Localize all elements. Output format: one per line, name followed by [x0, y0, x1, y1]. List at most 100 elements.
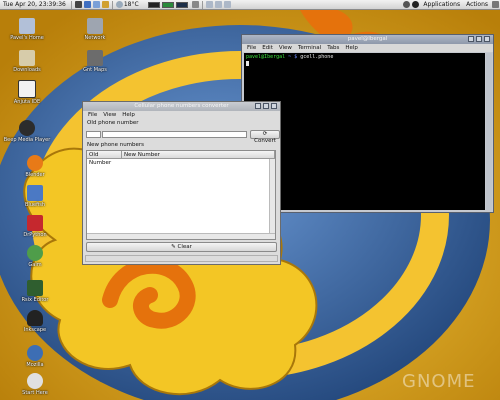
gnome-watermark: GNOME — [402, 371, 476, 392]
bluefish-icon — [27, 185, 43, 201]
applications-menu[interactable]: Applications — [420, 1, 463, 8]
media-player-icon — [19, 120, 35, 136]
workspace-switcher-icon[interactable] — [223, 1, 231, 8]
broom-icon: ✎ — [171, 244, 176, 250]
desktop-icon-downloads[interactable]: Downloads — [0, 50, 54, 73]
workspace-switcher-icon[interactable] — [205, 1, 213, 8]
numbers-table[interactable]: Old Number New Number — [86, 150, 276, 240]
blender-icon — [27, 155, 43, 171]
desktop-icon-label: Bluefish — [25, 202, 45, 208]
desktop-icon-editor[interactable]: Rsix Editor — [8, 280, 62, 303]
minimize-button[interactable] — [468, 36, 474, 42]
desktop-icon-home[interactable]: Pavel's Home — [0, 18, 54, 41]
terminal-scrollbar[interactable] — [486, 53, 492, 210]
col-old-number[interactable]: Old Number — [87, 151, 122, 166]
desktop-icon-label: DrPython — [23, 232, 47, 238]
desktop-icon-label: Gaim — [28, 262, 42, 268]
desktop-icon-mozilla[interactable]: Mozilla — [8, 345, 62, 368]
desktop-icon-drpython[interactable]: DrPython — [8, 215, 62, 238]
network-icon — [87, 18, 103, 34]
terminal-menubar: File Edit View Terminal Tabs Help — [242, 44, 493, 52]
maximize-button[interactable] — [263, 103, 269, 109]
trash-icon[interactable] — [191, 1, 199, 8]
menu-view[interactable]: View — [279, 44, 292, 52]
clock[interactable]: Tue Apr 20, 23:39:36 — [0, 1, 69, 8]
clear-button[interactable]: ✎ Clear — [86, 242, 277, 252]
terminal-titlebar[interactable]: pavel@Ibergal — [242, 35, 493, 44]
converter-menubar: File View Help — [83, 111, 280, 119]
menu-file[interactable]: File — [88, 111, 97, 119]
launcher-browser-icon[interactable] — [83, 1, 91, 8]
desktop-icon-label: Network — [84, 35, 106, 41]
minimize-button[interactable] — [255, 103, 261, 109]
globe-icon — [27, 345, 43, 361]
desktop-icon-label: Anjuta IDE — [13, 99, 41, 105]
prompt-path: ~ — [288, 54, 292, 60]
desktop-icon-anjuta[interactable]: Anjuta IDE — [0, 80, 54, 105]
table-vscroll[interactable] — [269, 159, 275, 234]
volume-icon[interactable] — [403, 1, 411, 8]
menu-tabs[interactable]: Tabs — [327, 44, 339, 52]
desktop-icon-network[interactable]: Network — [68, 18, 122, 41]
desktop-icon-inkscape[interactable]: Inkscape — [8, 310, 62, 333]
home-folder-icon — [19, 18, 35, 34]
desktop-icon-blender[interactable]: Blender — [8, 155, 62, 178]
folder-icon — [19, 50, 35, 66]
launcher-terminal-icon[interactable] — [74, 1, 82, 8]
old-number-input[interactable] — [102, 131, 247, 138]
desktop-icon-label: Inkscape — [23, 327, 47, 333]
converter-window[interactable]: Cellular phone numbers converter File Vi… — [82, 101, 281, 265]
desktop-icon-gaim[interactable]: Gaim — [8, 245, 62, 268]
menu-terminal[interactable]: Terminal — [298, 44, 321, 52]
prompt-user: pavel@Ibergal — [246, 54, 286, 60]
convert-label: Convert — [254, 138, 276, 144]
close-button[interactable] — [484, 36, 490, 42]
top-panel: Tue Apr 20, 23:39:36 18°C Applications A… — [0, 0, 500, 10]
cpu-meter — [147, 1, 160, 8]
converter-title: Cellular phone numbers converter — [134, 103, 229, 109]
terminal-command: gcell.phone — [300, 54, 334, 60]
desktop-icon-label: Rsix Editor — [21, 297, 49, 303]
convert-button[interactable]: ⟳ Convert — [250, 130, 280, 144]
launcher-mail-icon[interactable] — [92, 1, 100, 8]
desktop-icon-bluefish[interactable]: Bluefish — [8, 185, 62, 208]
desktop-icon-beep[interactable]: Beep Media Player — [0, 120, 54, 143]
country-code-field[interactable] — [86, 131, 101, 138]
col-new-number[interactable]: New Number — [122, 151, 275, 159]
menu-help[interactable]: Help — [345, 44, 358, 52]
converter-titlebar[interactable]: Cellular phone numbers converter — [83, 102, 280, 111]
desktop-icon-start-here[interactable]: Start Here — [8, 373, 62, 396]
memory-meter — [161, 1, 174, 8]
desktop-icon-maps[interactable]: Gnt Maps — [68, 50, 122, 73]
lock-icon[interactable] — [492, 1, 499, 8]
temperature: 18°C — [123, 1, 139, 8]
menu-file[interactable]: File — [247, 44, 256, 52]
menu-view[interactable]: View — [103, 111, 116, 119]
panel-separator — [70, 0, 72, 9]
table-hscroll[interactable] — [87, 233, 275, 239]
launcher-files-icon[interactable] — [101, 1, 109, 8]
close-button[interactable] — [271, 103, 277, 109]
gnome-foot-icon[interactable] — [412, 1, 420, 8]
panel-separator — [111, 0, 113, 9]
workspace-switcher-icon[interactable] — [214, 1, 222, 8]
menu-edit[interactable]: Edit — [262, 44, 273, 52]
editor-icon — [27, 280, 43, 296]
menu-help[interactable]: Help — [122, 111, 135, 119]
desktop-icon-label: Pavel's Home — [10, 35, 44, 41]
actions-menu[interactable]: Actions — [463, 1, 491, 8]
clear-label: Clear — [177, 244, 192, 250]
start-here-icon — [27, 373, 43, 389]
prompt-symbol: $ — [294, 54, 298, 60]
desktop-icon-label: Beep Media Player — [3, 137, 51, 143]
maps-icon — [87, 50, 103, 66]
network-meter — [175, 1, 188, 8]
anjuta-icon — [18, 80, 36, 98]
panel-separator — [201, 0, 203, 9]
inkscape-icon — [27, 310, 43, 326]
new-numbers-label: New phone numbers — [87, 142, 145, 148]
convert-icon: ⟳ — [262, 131, 268, 137]
maximize-button[interactable] — [476, 36, 482, 42]
drpython-icon — [27, 215, 43, 231]
desktop-icon-label: Mozilla — [26, 362, 44, 368]
